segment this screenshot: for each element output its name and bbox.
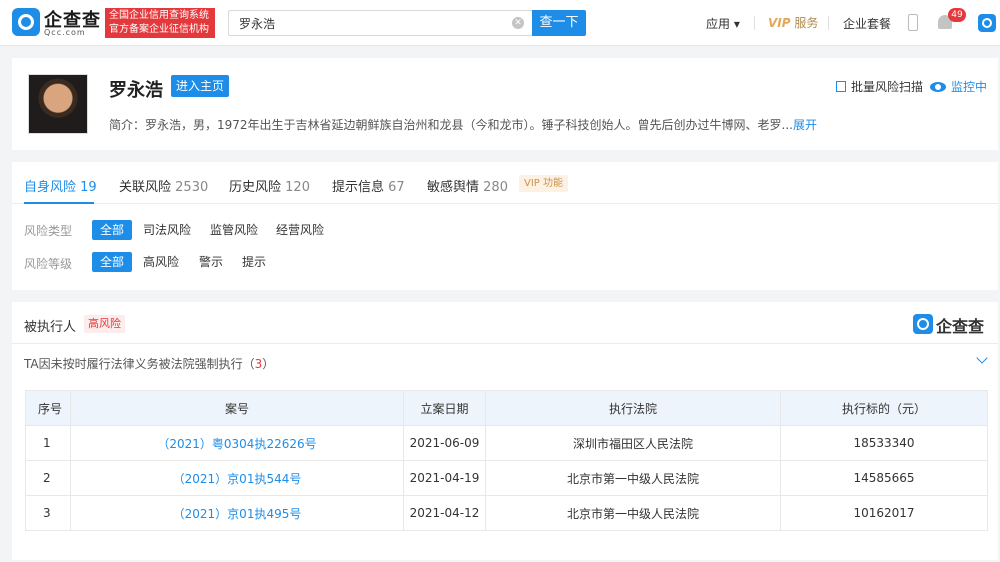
cell-court: 北京市第一中级人民法院 — [485, 460, 781, 496]
cell-amount: 18533340 — [780, 425, 988, 461]
section-subtitle[interactable]: TA因未按时履行法律义务被法院强制执行（3） — [24, 355, 274, 372]
nav-enterprise-package[interactable]: 企业套餐 — [843, 15, 891, 32]
cell-index: 3 — [25, 495, 71, 531]
top-header: 企查查 Qcc.com 全国企业信用查询系统 官方备案企业征信机构 ✕ 查一下 … — [0, 0, 1000, 46]
cell-court: 深圳市福田区人民法院 — [485, 425, 781, 461]
vip-service-label: 服务 — [794, 16, 819, 30]
level-filter-warning[interactable]: 警示 — [199, 252, 223, 272]
col-header-court: 执行法院 — [485, 390, 781, 426]
risk-filter-card: 自身风险 19 关联风险 2530 历史风险 120 提示信息 67 敏感舆情 … — [12, 162, 998, 290]
person-bio: 简介：罗永浩，男，1972年出生于吉林省延边朝鲜族自治州和龙县（今和龙市）。锤子… — [109, 116, 817, 133]
execution-table: 序号 案号 立案日期 执行法院 执行标的（元） 1 （2021）粤0304执22… — [25, 390, 988, 531]
tab-label: 敏感舆情 — [427, 180, 480, 195]
table-header-row: 序号 案号 立案日期 执行法院 执行标的（元） — [25, 390, 988, 426]
type-filter-judicial[interactable]: 司法风险 — [143, 220, 191, 240]
qcc-watermark-icon — [913, 314, 933, 334]
official-badge: 全国企业信用查询系统 官方备案企业征信机构 — [105, 8, 215, 38]
cell-date: 2021-04-19 — [403, 460, 486, 496]
tab-count: 280 — [483, 180, 508, 195]
cell-case-no-link[interactable]: （2021）京01执495号 — [70, 495, 404, 531]
profile-card: 罗永浩 进入主页 简介：罗永浩，男，1972年出生于吉林省延边朝鲜族自治州和龙县… — [12, 58, 998, 150]
cell-court: 北京市第一中级人民法院 — [485, 495, 781, 531]
batch-risk-scan-button[interactable]: 批量风险扫描 — [836, 78, 923, 95]
type-filter-operation[interactable]: 经营风险 — [276, 220, 324, 240]
level-filter-all[interactable]: 全部 — [92, 252, 133, 272]
tab-self-risk[interactable]: 自身风险 19 — [24, 176, 97, 195]
logo-domain: Qcc.com — [44, 28, 86, 37]
badge-line-2: 官方备案企业征信机构 — [109, 24, 209, 35]
clear-icon[interactable]: ✕ — [512, 17, 524, 29]
tab-related-risk[interactable]: 关联风险 2530 — [119, 176, 208, 195]
subtitle-count: 3 — [254, 357, 263, 371]
tab-history-risk[interactable]: 历史风险 120 — [229, 176, 310, 195]
vip-feature-tag[interactable]: VIP 功能 — [519, 175, 568, 192]
vip-label: VIP — [768, 16, 791, 30]
table-row: 1 （2021）粤0304执22626号 2021-06-09 深圳市福田区人民… — [25, 425, 988, 461]
tab-hint-info[interactable]: 提示信息 67 — [332, 176, 405, 195]
search-input[interactable] — [229, 11, 499, 35]
user-avatar-icon[interactable] — [978, 14, 996, 32]
col-header-index: 序号 — [25, 390, 71, 426]
table-row: 3 （2021）京01执495号 2021-04-12 北京市第一中级人民法院 … — [25, 495, 988, 531]
watermark-text: 企查查 — [936, 317, 985, 336]
table-row: 2 （2021）京01执544号 2021-04-19 北京市第一中级人民法院 … — [25, 460, 988, 496]
level-filter-hint[interactable]: 提示 — [242, 252, 266, 272]
col-header-date: 立案日期 — [403, 390, 486, 426]
qcc-watermark: 企查查 — [913, 312, 991, 336]
person-photo — [28, 74, 88, 134]
tab-count: 67 — [388, 180, 405, 195]
level-filter-high[interactable]: 高风险 — [143, 252, 179, 272]
nav-apps-menu[interactable]: 应用 ▾ — [706, 15, 740, 32]
bio-expand-link[interactable]: 展开 — [793, 118, 817, 132]
person-name: 罗永浩 — [109, 80, 163, 101]
tab-label: 提示信息 — [332, 180, 385, 195]
risk-level-label: 风险等级 — [24, 257, 73, 271]
eye-icon — [930, 82, 946, 92]
nav-vip-service[interactable]: VIP 服务 — [768, 14, 818, 31]
phone-icon[interactable] — [908, 14, 918, 31]
badge-line-1: 全国企业信用查询系统 — [109, 10, 209, 21]
tab-count: 120 — [285, 180, 310, 195]
high-risk-tag: 高风险 — [84, 315, 125, 333]
tab-sensitive-news[interactable]: 敏感舆情 280 — [427, 176, 508, 195]
enter-homepage-button[interactable]: 进入主页 — [171, 75, 229, 97]
qcc-logo-icon — [12, 8, 40, 36]
nav-divider — [754, 16, 755, 30]
monitor-button[interactable]: 监控中 — [930, 78, 987, 95]
section-title: 被执行人 — [24, 320, 77, 335]
risk-tabs: 自身风险 19 关联风险 2530 历史风险 120 提示信息 67 敏感舆情 … — [12, 162, 998, 204]
scan-icon — [836, 81, 846, 92]
col-header-amount: 执行标的（元） — [780, 390, 988, 426]
cell-index: 1 — [25, 425, 71, 461]
cell-amount: 10162017 — [780, 495, 988, 531]
search-box: ✕ — [228, 10, 532, 36]
tab-count: 19 — [80, 180, 97, 195]
cell-amount: 14585665 — [780, 460, 988, 496]
section-divider — [12, 343, 998, 344]
col-header-case-no: 案号 — [70, 390, 404, 426]
cell-case-no-link[interactable]: （2021）京01执544号 — [70, 460, 404, 496]
subtitle-text: TA因未按时履行法律义务被法院强制执行 — [24, 357, 243, 371]
risk-type-label: 风险类型 — [24, 224, 73, 238]
tab-label: 关联风险 — [119, 180, 172, 195]
cell-date: 2021-06-09 — [403, 425, 486, 461]
tab-count: 2530 — [175, 180, 209, 195]
tab-label: 自身风险 — [24, 180, 77, 195]
active-tab-indicator — [24, 202, 94, 204]
cell-date: 2021-04-12 — [403, 495, 486, 531]
tab-label: 历史风险 — [229, 180, 282, 195]
qcc-logo[interactable]: 企查查 Qcc.com — [12, 6, 102, 38]
type-filter-all[interactable]: 全部 — [92, 220, 133, 240]
monitor-label: 监控中 — [951, 80, 988, 94]
executed-person-section: 被执行人 高风险 企查查 TA因未按时履行法律义务被法院强制执行（3） 序号 案… — [12, 302, 998, 560]
nav-divider — [828, 16, 829, 30]
cell-case-no-link[interactable]: （2021）粤0304执22626号 — [70, 425, 404, 461]
search-button[interactable]: 查一下 — [532, 10, 586, 36]
batch-scan-label: 批量风险扫描 — [851, 80, 924, 94]
notification-badge: 49 — [948, 8, 966, 22]
type-filter-regulatory[interactable]: 监管风险 — [210, 220, 258, 240]
chevron-down-icon[interactable] — [976, 352, 988, 364]
bio-text: 简介：罗永浩，男，1972年出生于吉林省延边朝鲜族自治州和龙县（今和龙市）。锤子… — [109, 118, 793, 132]
cell-index: 2 — [25, 460, 71, 496]
